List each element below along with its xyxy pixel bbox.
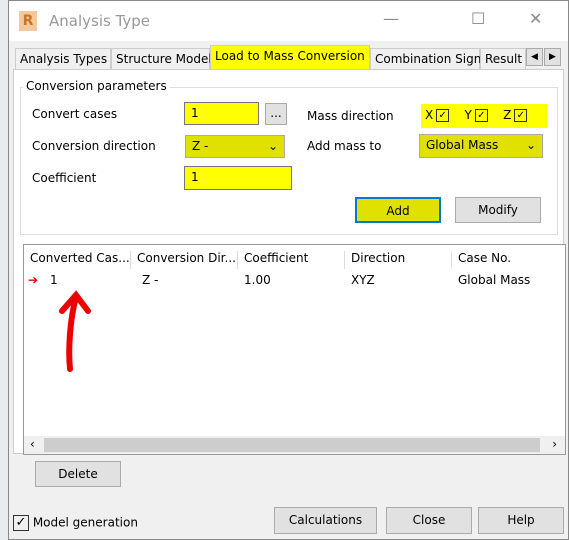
cell-conversion-direction: Z - [142, 273, 159, 287]
conversion-parameters-label: Conversion parameters [23, 79, 170, 93]
chevron-down-icon: ⌄ [267, 139, 278, 153]
help-button[interactable]: Help [478, 507, 564, 534]
conversion-direction-label: Conversion direction [32, 139, 156, 153]
scrollbar-thumb[interactable] [44, 438, 540, 452]
add-mass-to-value: Global Mass [426, 138, 499, 152]
mass-direction-label: Mass direction [307, 109, 394, 123]
title-bar: R Analysis Type — ☐ ✕ [9, 1, 568, 41]
convert-cases-input[interactable]: 1 [184, 102, 259, 125]
conversion-direction-value: Z - [192, 139, 209, 153]
model-generation-checkbox-row[interactable]: ✓ Model generation [13, 515, 138, 531]
minimize-button[interactable]: — [383, 9, 399, 28]
app-logo-icon: R [19, 11, 37, 31]
model-generation-label: Model generation [32, 515, 138, 530]
conversion-direction-select[interactable]: Z - ⌄ [185, 135, 285, 158]
close-window-button[interactable]: ✕ [529, 9, 542, 28]
analysis-type-dialog: R Analysis Type — ☐ ✕ Analysis Types Str… [8, 0, 569, 540]
coefficient-input[interactable]: 1 [184, 166, 292, 190]
tab-scroll-right-button[interactable]: ▶ [544, 48, 561, 66]
scroll-left-icon[interactable]: ‹ [30, 437, 35, 451]
add-button[interactable]: Add [355, 197, 441, 223]
tab-scroll-left-button[interactable]: ◀ [526, 48, 543, 66]
mass-direction-checkboxes: X ✓ Y ✓ Z ✓ [421, 104, 547, 128]
column-header-case-no[interactable]: Case No. [452, 251, 565, 269]
z-label: Z [503, 108, 512, 122]
column-header-direction[interactable]: Direction [345, 251, 452, 269]
maximize-button[interactable]: ☐ [471, 9, 485, 28]
tab-structure-model[interactable]: Structure Model [111, 48, 212, 70]
convert-cases-label: Convert cases [32, 107, 118, 121]
horizontal-scrollbar[interactable]: ‹ › [24, 436, 565, 454]
coefficient-label: Coefficient [32, 171, 97, 185]
column-header-converted-cases[interactable]: Converted Cas... [24, 251, 131, 269]
scroll-right-icon[interactable]: › [552, 437, 557, 451]
cell-coefficient: 1.00 [244, 273, 271, 287]
z-checkbox[interactable]: ✓ [514, 109, 528, 122]
calculations-button[interactable]: Calculations [274, 507, 377, 534]
add-mass-to-label: Add mass to [307, 139, 382, 153]
tab-load-to-mass-conversion[interactable]: Load to Mass Conversion [210, 45, 370, 70]
y-label: Y [464, 108, 472, 122]
conversion-table: Converted Cas... Conversion Dir... Coeff… [23, 244, 566, 455]
add-mass-to-select[interactable]: Global Mass ⌄ [419, 134, 543, 158]
current-row-arrow-icon: ➔ [28, 273, 39, 287]
cell-case-no: Global Mass [458, 273, 531, 287]
column-header-coefficient[interactable]: Coefficient [238, 251, 345, 269]
model-generation-checkbox[interactable]: ✓ [13, 515, 29, 531]
x-checkbox[interactable]: ✓ [436, 109, 450, 122]
cell-direction: XYZ [351, 273, 375, 287]
cell-converted-cases: 1 [50, 273, 58, 287]
column-header-conversion-direction[interactable]: Conversion Dir... [131, 251, 238, 269]
modify-button[interactable]: Modify [455, 197, 541, 223]
tab-analysis-types[interactable]: Analysis Types [15, 48, 111, 70]
x-label: X [425, 108, 434, 122]
y-checkbox[interactable]: ✓ [474, 109, 488, 122]
red-arrow-annotation-icon [59, 290, 91, 372]
close-button[interactable]: Close [386, 507, 472, 534]
delete-button[interactable]: Delete [35, 461, 121, 487]
browse-cases-button[interactable]: ... [265, 103, 287, 125]
tab-result[interactable]: Result [480, 48, 526, 70]
tab-combination-sign[interactable]: Combination Sign [370, 48, 481, 70]
chevron-down-icon: ⌄ [525, 138, 536, 152]
window-title: Analysis Type [49, 12, 151, 30]
